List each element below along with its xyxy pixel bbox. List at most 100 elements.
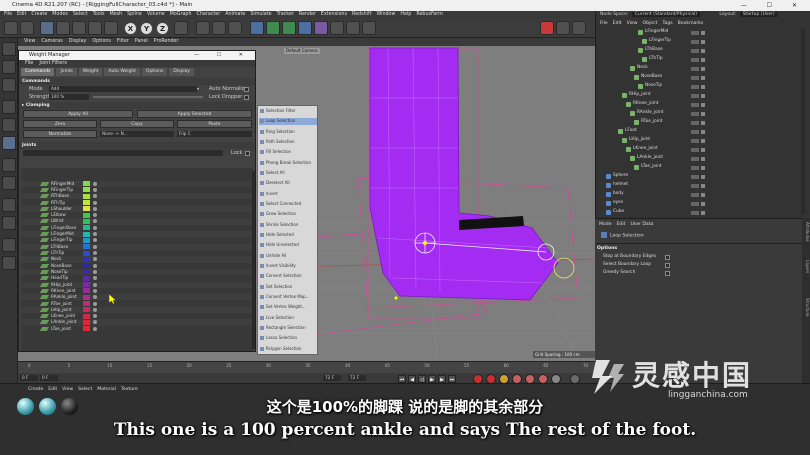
joint-visibility-icon[interactable] <box>93 269 97 274</box>
joint-visibility-icon[interactable] <box>93 307 97 312</box>
joint-color-swatch[interactable] <box>83 263 90 269</box>
joint-visibility-icon[interactable] <box>93 320 97 325</box>
current-frame-field[interactable]: 0 F <box>40 375 58 381</box>
context-menu-item-ring-selection[interactable]: Ring Selection <box>266 129 295 134</box>
object-tree[interactable]: LFingerMid LFingerTip LThBase LThTip Neck Nos… <box>596 29 801 219</box>
mat-menu-create[interactable]: Create <box>28 386 43 394</box>
object-row[interactable]: helmet <box>600 182 798 189</box>
object-layer-icon[interactable] <box>691 129 699 134</box>
joint-row[interactable]: RHip_joint <box>21 281 253 288</box>
joint-color-swatch[interactable] <box>83 231 90 237</box>
object-row[interactable]: LFingerMid <box>600 29 798 36</box>
deformer-icon[interactable] <box>314 21 328 35</box>
apply-all-button[interactable]: Apply All <box>23 110 133 118</box>
joint-visibility-icon[interactable] <box>93 225 97 230</box>
strength-slider-track[interactable] <box>93 96 203 98</box>
joint-row[interactable]: LThBase <box>21 243 253 250</box>
joint-visibility-icon[interactable] <box>93 282 97 287</box>
joint-visibility-icon[interactable] <box>93 257 97 262</box>
tweak-mode-icon[interactable] <box>2 176 16 190</box>
recent-tools-icon[interactable] <box>104 21 118 35</box>
x-axis-icon[interactable]: X <box>124 22 137 35</box>
object-visibility-icon[interactable] <box>701 102 705 107</box>
coordinate-system-icon[interactable] <box>174 21 188 35</box>
solo-icon[interactable] <box>2 238 16 252</box>
object-visibility-icon[interactable] <box>701 183 705 188</box>
weight-manager-window-controls[interactable]: — ☐ ✕ <box>194 51 251 60</box>
object-layer-icon[interactable] <box>691 75 699 80</box>
joint-color-swatch[interactable] <box>83 301 90 307</box>
render-picture-viewer-icon[interactable] <box>212 21 226 35</box>
context-menu-item-live-selection[interactable]: Live Selection <box>266 315 294 320</box>
menu-redshift[interactable]: Redshift <box>352 11 371 19</box>
cube-icon[interactable] <box>250 21 264 35</box>
menu-render[interactable]: Render <box>299 11 316 19</box>
context-menu-item-deselect-all[interactable]: Deselect All <box>266 180 290 185</box>
zero-button[interactable]: Zero <box>23 120 97 128</box>
object-visibility-icon[interactable] <box>701 138 705 143</box>
object-visibility-icon[interactable] <box>701 93 705 98</box>
object-visibility-icon[interactable] <box>701 39 705 44</box>
play-icon[interactable]: ▶ <box>428 375 436 383</box>
joint-color-swatch[interactable] <box>83 225 90 231</box>
context-menu-item-convert-vertex-map-[interactable]: Convert Vertex Map... <box>266 294 309 299</box>
context-menu-item-unhide-all[interactable]: Unhide All <box>266 253 286 258</box>
mat-menu-view[interactable]: View <box>62 386 73 394</box>
context-menu-item-grow-selection[interactable]: Grow Selection <box>266 211 296 216</box>
object-row[interactable]: body <box>600 191 798 198</box>
move-icon[interactable] <box>56 21 70 35</box>
option-checkbox[interactable] <box>665 255 670 260</box>
joint-visibility-icon[interactable] <box>93 181 97 186</box>
viewport-menu-filter[interactable]: Filter <box>117 38 129 46</box>
floor-icon[interactable] <box>330 21 344 35</box>
joint-search-input[interactable] <box>23 150 223 156</box>
tab-display[interactable]: Display <box>169 68 194 76</box>
menu-mograph[interactable]: MoGraph <box>170 11 192 19</box>
context-menu-item-rectangle-selection[interactable]: Rectangle Selection <box>266 325 306 330</box>
axis-mode-icon[interactable] <box>2 158 16 172</box>
polygons-mode-icon[interactable] <box>2 136 16 150</box>
menu-tools[interactable]: Tools <box>93 11 105 19</box>
joint-color-swatch[interactable] <box>83 181 90 187</box>
joint-visibility-icon[interactable] <box>93 213 97 218</box>
menu-extensions[interactable]: Extensions <box>321 11 347 19</box>
option-checkbox[interactable] <box>665 271 670 276</box>
object-row[interactable]: LAnkle_joint <box>600 155 798 162</box>
joint-visibility-icon[interactable] <box>93 238 97 243</box>
node-space-select[interactable]: Current (Standard/Physical) <box>631 12 700 17</box>
object-row[interactable]: Sphere <box>600 173 798 180</box>
menu-window[interactable]: Window <box>376 11 395 19</box>
object-row[interactable]: NoseTip <box>600 83 798 90</box>
object-row[interactable]: LThBase <box>600 47 798 54</box>
strength-input[interactable]: 100 % <box>49 94 89 100</box>
menu-help[interactable]: Help <box>400 11 411 19</box>
object-layer-icon[interactable] <box>691 66 699 71</box>
tab-auto-weight[interactable]: Auto Weight <box>104 68 141 76</box>
wm-menu-joint-filters[interactable]: Joint Filters <box>39 60 67 67</box>
joint-row[interactable]: NoseBase <box>21 263 253 269</box>
object-layer-icon[interactable] <box>691 120 699 125</box>
play-backward-icon[interactable]: ◁ <box>418 375 426 383</box>
object-layer-icon[interactable] <box>691 39 699 44</box>
context-menu-item-path-selection[interactable]: Path Selection <box>266 139 295 144</box>
object-layer-icon[interactable] <box>691 48 699 53</box>
tab-weight[interactable]: Weight <box>78 68 103 76</box>
lock-checkbox[interactable] <box>245 151 250 156</box>
object-layer-icon[interactable] <box>691 93 699 98</box>
y-axis-icon[interactable]: Y <box>140 22 153 35</box>
prev-key-icon[interactable]: ◀ <box>408 375 416 383</box>
flip-select[interactable]: Flip C <box>177 131 252 137</box>
menu-select[interactable]: Select <box>73 11 88 19</box>
menu-edit[interactable]: Edit <box>17 11 26 19</box>
object-layer-icon[interactable] <box>691 174 699 179</box>
object-visibility-icon[interactable] <box>701 120 705 125</box>
joint-row[interactable]: NoseTip <box>21 268 253 276</box>
attr-menu-user-data[interactable]: User Data <box>630 221 653 229</box>
context-menu-item-selection-filter[interactable]: Selection Filter <box>266 108 296 113</box>
joint-row[interactable]: LFingerBase <box>21 225 253 231</box>
scale-icon[interactable] <box>72 21 86 35</box>
joint-row[interactable]: RAnkle_joint <box>21 294 253 301</box>
joint-visibility-icon[interactable] <box>93 232 97 237</box>
joint-color-swatch[interactable] <box>83 218 90 224</box>
object-layer-icon[interactable] <box>691 138 699 143</box>
